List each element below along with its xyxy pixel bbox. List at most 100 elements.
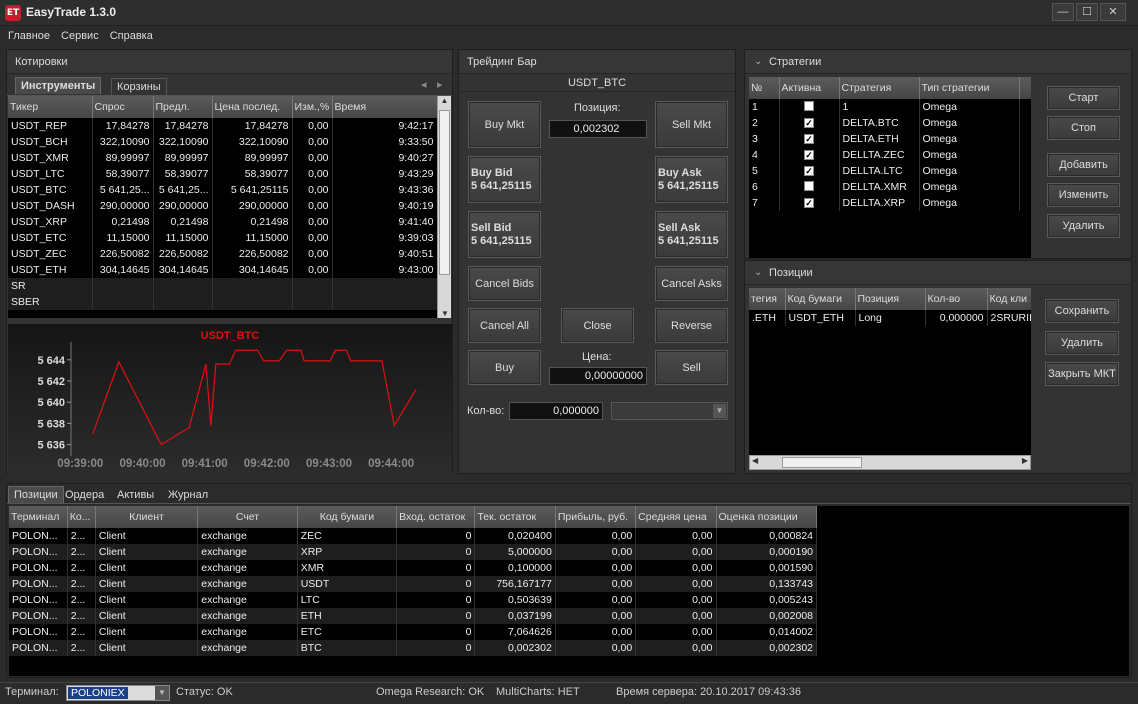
sell-bid-button[interactable]: Sell Bid 5 641,25115 (468, 211, 541, 258)
table-row[interactable]: POLON... 2... Client exchange XRP 0 5,000000 0,… (9, 544, 817, 560)
quotes-scrollbar[interactable]: ▲ ▼ (437, 96, 451, 318)
save-button[interactable]: Сохранить (1045, 299, 1119, 323)
edit-button[interactable]: Изменить (1047, 183, 1120, 207)
column-header[interactable]: № (749, 77, 780, 99)
column-header[interactable]: Код бумаги (297, 506, 398, 528)
hscroll-thumb[interactable] (782, 457, 862, 468)
cancel-all-button[interactable]: Cancel All (468, 308, 541, 343)
column-header[interactable]: Код бумаги (785, 288, 856, 310)
account-dropdown[interactable]: ▼ (611, 402, 728, 420)
table-row[interactable]: SBER (8, 294, 437, 310)
table-row[interactable]: 7 ✓ DELLTA.XRP Omega (749, 195, 1031, 211)
active-checkbox[interactable] (804, 100, 814, 111)
active-checkbox[interactable]: ✓ (804, 118, 814, 128)
maximize-button[interactable]: ☐ (1076, 3, 1098, 21)
table-row[interactable]: 1 1 Omega (749, 99, 1031, 115)
scroll-right-icon[interactable]: ▶ (1022, 456, 1028, 465)
tab-scroll-right-icon[interactable]: ▸ (437, 78, 443, 91)
column-header[interactable]: Средняя цена (635, 506, 717, 528)
menu-service[interactable]: Сервис (53, 28, 102, 42)
close-position-button[interactable]: Close (561, 308, 634, 343)
menu-main[interactable]: Главное (0, 28, 53, 42)
cancel-asks-button[interactable]: Cancel Asks (655, 266, 728, 301)
column-header[interactable]: Ко... (67, 506, 96, 528)
close-button[interactable]: ✕ (1100, 3, 1126, 21)
table-row[interactable]: 6 DELLTA.XMR Omega (749, 179, 1031, 195)
table-row[interactable]: USDT_DASH 290,00000 290,00000 290,00000 0,00… (8, 198, 437, 214)
table-row[interactable]: 3 ✓ DELTA.ETH Omega (749, 131, 1031, 147)
column-header[interactable]: Активна (779, 77, 840, 99)
reverse-button[interactable]: Reverse (655, 308, 728, 343)
column-header[interactable]: Позиция (855, 288, 926, 310)
positions-hscrollbar[interactable]: ◀ ▶ (749, 455, 1031, 470)
table-row[interactable]: USDT_XRP 0,21498 0,21498 0,21498 0,00 9:41:40 (8, 214, 437, 230)
add-button[interactable]: Добавить (1047, 153, 1120, 177)
column-header[interactable]: Клиент (95, 506, 199, 528)
buy-button[interactable]: Buy (468, 350, 541, 385)
table-row[interactable]: USDT_ZEC 226,50082 226,50082 226,50082 0,00 9… (8, 246, 437, 262)
column-header[interactable]: Вход. остаток (396, 506, 476, 528)
table-row[interactable]: USDT_BTC 5 641,25... 5 641,25... 5 641,2511… (8, 182, 437, 198)
active-checkbox[interactable]: ✓ (804, 134, 814, 144)
close-mkt-button[interactable]: Закрыть МКТ (1045, 362, 1119, 386)
column-header[interactable]: Тикер (8, 96, 93, 118)
table-row[interactable]: 4 ✓ DELLTA.ZEC Omega (749, 147, 1031, 163)
active-checkbox[interactable]: ✓ (804, 166, 814, 176)
table-row[interactable]: POLON... 2... Client exchange ETC 0 7,064626 0,… (9, 624, 817, 640)
table-row[interactable]: USDT_ETH 304,14645 304,14645 304,14645 0,00 9… (8, 262, 437, 278)
delete-position-button[interactable]: Удалить (1045, 331, 1119, 355)
table-row[interactable]: 2 ✓ DELTA.BTC Omega (749, 115, 1031, 131)
sell-button[interactable]: Sell (655, 350, 728, 385)
tab-positions[interactable]: Позиции (8, 486, 64, 503)
start-button[interactable]: Старт (1047, 86, 1120, 110)
terminal-select[interactable]: POLONIEX ▼ (66, 685, 170, 701)
table-row[interactable]: POLON... 2... Client exchange ETH 0 0,037199 0,… (9, 608, 817, 624)
table-row[interactable]: USDT_LTC 58,39077 58,39077 58,39077 0,00 9:43… (8, 166, 437, 182)
chevron-down-icon[interactable]: ▼ (713, 404, 726, 418)
scroll-up-icon[interactable]: ▲ (438, 96, 451, 110)
collapse-chevron-icon[interactable]: ⌄ (754, 267, 762, 278)
column-header[interactable]: Счет (197, 506, 298, 528)
column-header[interactable]: Изм.,% (292, 96, 333, 118)
tab-journal[interactable]: Журнал (163, 487, 213, 503)
active-checkbox[interactable] (804, 180, 814, 191)
menu-help[interactable]: Справка (102, 28, 156, 42)
table-row[interactable]: USDT_BCH 322,10090 322,10090 322,10090 0,00 9… (8, 134, 437, 150)
table-row[interactable]: POLON... 2... Client exchange XMR 0 0,100000 0,… (9, 560, 817, 576)
table-row[interactable]: 5 ✓ DELLTA.LTC Omega (749, 163, 1031, 179)
buy-bid-button[interactable]: Buy Bid 5 641,25115 (468, 156, 541, 203)
column-header[interactable]: Код кли (987, 288, 1031, 310)
column-header[interactable]: Время (332, 96, 437, 118)
column-header[interactable]: тегия (749, 288, 786, 310)
column-header[interactable]: Тек. остаток (474, 506, 556, 528)
active-checkbox[interactable]: ✓ (804, 150, 814, 160)
table-row[interactable]: USDT_XMR 89,99997 89,99997 89,99997 0,00 9:40… (8, 150, 437, 166)
table-row[interactable]: POLON... 2... Client exchange USDT 0 756,16717… (9, 576, 817, 592)
column-header[interactable]: Прибыль, руб. (555, 506, 637, 528)
scroll-left-icon[interactable]: ◀ (752, 456, 758, 465)
table-row[interactable]: USDT_ETC 11,15000 11,15000 11,15000 0,00 9:39… (8, 230, 437, 246)
chevron-down-icon[interactable]: ▼ (155, 686, 169, 700)
minimize-button[interactable]: — (1052, 3, 1074, 21)
cancel-bids-button[interactable]: Cancel Bids (468, 266, 541, 301)
column-header[interactable]: Цена послед. (212, 96, 293, 118)
column-header[interactable]: Оценка позиции (716, 506, 817, 528)
collapse-chevron-icon[interactable]: ⌄ (754, 56, 762, 67)
tab-instruments[interactable]: Инструменты (15, 77, 102, 94)
stop-button[interactable]: Стоп (1047, 116, 1120, 140)
scroll-down-icon[interactable]: ▼ (438, 309, 452, 318)
scroll-thumb[interactable] (439, 110, 450, 275)
table-row[interactable]: .ETH USDT_ETH Long 0,000000 2SRURII (749, 310, 1031, 326)
table-row[interactable]: USDT_REP 17,84278 17,84278 17,84278 0,00 9:42… (8, 118, 437, 134)
table-row[interactable]: SR (8, 278, 437, 294)
buy-ask-button[interactable]: Buy Ask 5 641,25115 (655, 156, 728, 203)
table-row[interactable]: POLON... 2... Client exchange ZEC 0 0,020400 0,… (9, 528, 817, 544)
column-header[interactable]: Терминал (9, 506, 68, 528)
active-checkbox[interactable]: ✓ (804, 198, 814, 208)
buy-mkt-button[interactable]: Buy Mkt (468, 101, 541, 148)
sell-mkt-button[interactable]: Sell Mkt (655, 101, 728, 148)
column-header[interactable]: Спрос (92, 96, 154, 118)
sell-ask-button[interactable]: Sell Ask 5 641,25115 (655, 211, 728, 258)
tab-orders[interactable]: Ордера (60, 487, 109, 503)
delete-strategy-button[interactable]: Удалить (1047, 214, 1120, 238)
